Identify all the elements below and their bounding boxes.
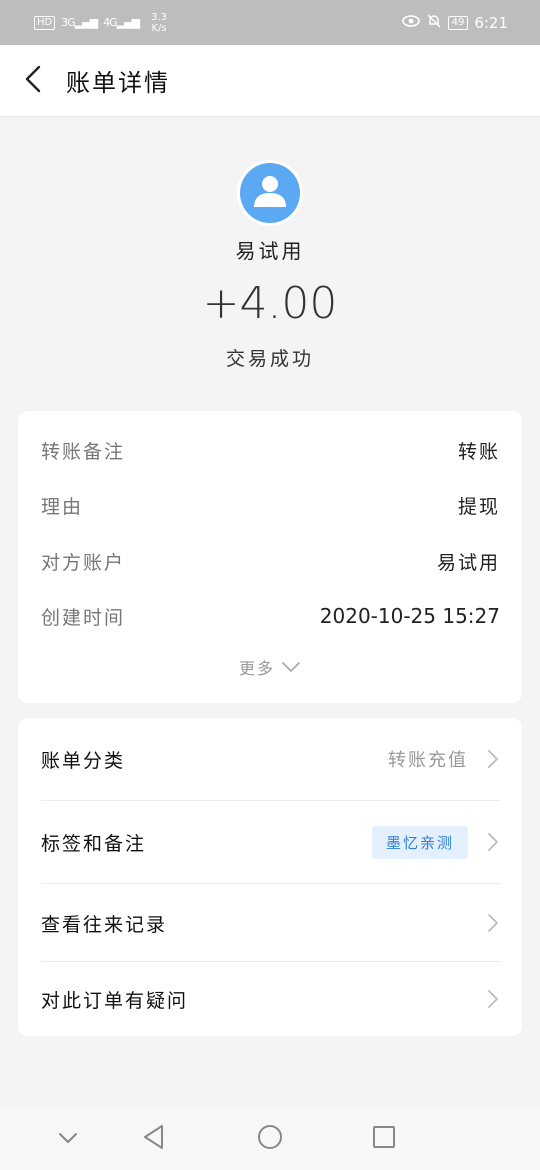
back-arrow-icon xyxy=(25,65,41,97)
transaction-summary: 易试用 +4.00 交易成功 xyxy=(0,118,540,408)
chevron-down-icon xyxy=(57,1130,79,1149)
detail-value: 提现 xyxy=(457,495,500,518)
detail-label: 理由 xyxy=(41,495,84,518)
hd-indicator: HD xyxy=(34,15,56,30)
user-icon xyxy=(250,171,290,215)
clock: 6:21 xyxy=(474,13,508,32)
chevron-right-icon xyxy=(486,748,500,770)
hide-nav-button[interactable] xyxy=(48,1108,88,1170)
back-button[interactable] xyxy=(0,45,66,117)
detail-row-counterparty: 对方账户 易试用 xyxy=(18,533,522,589)
history-row[interactable]: 查看往来记录 xyxy=(18,884,522,962)
chevron-down-icon xyxy=(281,658,301,677)
network-speed: 3.3 K/s xyxy=(151,11,167,34)
page-title: 账单详情 xyxy=(66,69,170,97)
avatar xyxy=(237,160,303,226)
detail-value: 转账 xyxy=(457,440,500,463)
system-nav-bar xyxy=(0,1108,540,1170)
bill-category-value: 转账充值 xyxy=(388,750,468,771)
action-label: 对此订单有疑问 xyxy=(41,989,189,1012)
circle-home-icon xyxy=(257,1124,283,1154)
detail-label: 创建时间 xyxy=(41,606,126,629)
detail-row-created-time: 创建时间 2020-10-25 15:27 xyxy=(18,588,522,644)
transaction-status: 交易成功 xyxy=(225,348,314,370)
signal-icon-4g: 4G▂▄▆ xyxy=(103,16,140,29)
bill-category-row[interactable]: 账单分类 转账充值 xyxy=(18,718,522,800)
question-row[interactable]: 对此订单有疑问 xyxy=(18,962,522,1036)
home-button[interactable] xyxy=(250,1108,290,1170)
detail-value: 易试用 xyxy=(436,551,500,574)
mute-bell-icon xyxy=(426,13,442,33)
system-back-button[interactable] xyxy=(134,1108,174,1170)
transaction-amount: +4.00 xyxy=(202,278,338,329)
status-bar: HD 3G▂▄▆ 4G▂▄▆ 3.3 K/s 49 6:21 xyxy=(0,0,540,45)
detail-label: 转账备注 xyxy=(41,440,126,463)
chevron-right-icon xyxy=(486,912,500,934)
action-label: 查看往来记录 xyxy=(41,913,168,936)
recents-button[interactable] xyxy=(364,1108,404,1170)
more-label: 更多 xyxy=(238,659,275,678)
action-label: 账单分类 xyxy=(41,749,126,772)
detail-value: 2020-10-25 15:27 xyxy=(319,604,500,628)
detail-label: 对方账户 xyxy=(41,551,126,574)
payee-name: 易试用 xyxy=(235,239,305,263)
nav-bar: 账单详情 xyxy=(0,45,540,117)
chevron-right-icon xyxy=(486,831,500,853)
action-label: 标签和备注 xyxy=(41,832,147,855)
detail-row-reason: 理由 提现 xyxy=(18,477,522,533)
details-card: 转账备注 转账 理由 提现 对方账户 易试用 创建时间 2020-10-25 1… xyxy=(18,411,522,703)
eye-icon xyxy=(401,14,420,32)
triangle-back-icon xyxy=(142,1124,166,1154)
chevron-right-icon xyxy=(486,988,500,1010)
detail-row-remark: 转账备注 转账 xyxy=(18,422,522,478)
signal-icon-3g: 3G▂▄▆ xyxy=(61,16,98,29)
more-button[interactable]: 更多 xyxy=(18,647,522,687)
battery-icon: 49 xyxy=(447,15,469,30)
square-recents-icon xyxy=(372,1125,396,1153)
actions-card: 账单分类 转账充值 标签和备注 墨忆亲测 查看往来记录 对此订单有疑问 xyxy=(18,718,522,1036)
tags-notes-row[interactable]: 标签和备注 墨忆亲测 xyxy=(18,801,522,883)
tag-chip[interactable]: 墨忆亲测 xyxy=(371,825,468,859)
